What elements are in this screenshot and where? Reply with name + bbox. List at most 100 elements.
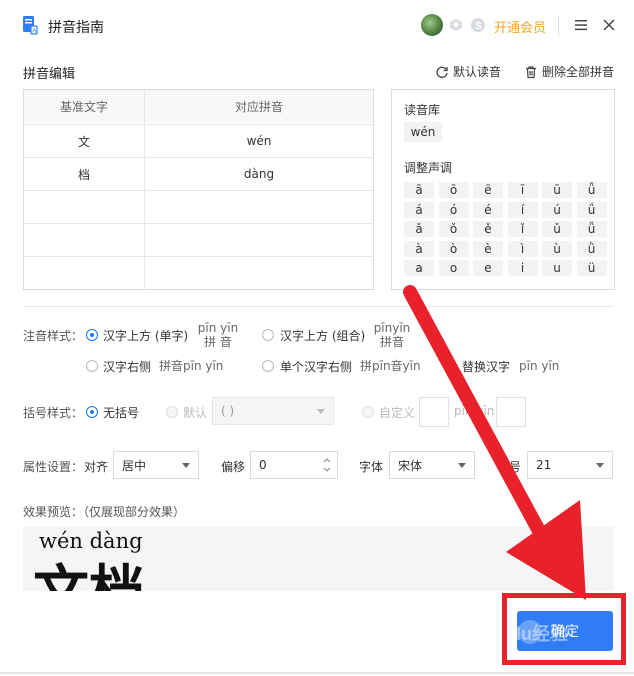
tone-button[interactable]: i: [507, 260, 538, 276]
table-row[interactable]: [24, 223, 373, 256]
tone-button[interactable]: e: [473, 260, 503, 276]
tone-button[interactable]: ǐ: [507, 221, 538, 237]
tone-button[interactable]: ù: [542, 240, 572, 257]
bracket-label: 括号样式：: [23, 406, 84, 420]
open-vip-link[interactable]: 开通会员: [494, 17, 546, 36]
tone-button[interactable]: ó: [438, 201, 469, 218]
size-value: 21: [536, 458, 552, 472]
user-avatar[interactable]: [421, 14, 443, 36]
title-separator: [558, 17, 559, 35]
bracket-default-label: 默认: [183, 406, 208, 420]
font-select[interactable]: 宋体: [389, 451, 475, 479]
bracket-custom-example: pīn yīn: [454, 404, 495, 418]
tone-button[interactable]: ò: [438, 240, 469, 257]
menu-icon[interactable]: [573, 17, 589, 33]
tone-button[interactable]: u: [542, 260, 572, 276]
table-row[interactable]: [24, 256, 373, 289]
row-pinyin[interactable]: wén: [145, 125, 373, 157]
tone-button[interactable]: ǎ: [404, 221, 434, 237]
default-reading-button[interactable]: 默认读音: [435, 63, 501, 80]
style-above-single-example: pīn yīn 拼 音: [196, 321, 240, 349]
bracket-custom-radio[interactable]: [362, 406, 374, 418]
close-icon[interactable]: [601, 17, 617, 33]
tone-button[interactable]: ú: [542, 201, 572, 218]
style-each-right-label[interactable]: 单个汉字右侧: [280, 358, 352, 375]
tone-button[interactable]: a: [404, 260, 434, 276]
style-above-single-label[interactable]: 汉字上方 (单字): [103, 327, 188, 344]
divider: [23, 306, 614, 307]
trash-icon: [526, 65, 536, 78]
table-row[interactable]: [24, 190, 373, 223]
tone-button[interactable]: ǖ: [576, 182, 607, 198]
row-char: 文: [24, 125, 145, 157]
tone-button[interactable]: ǚ: [576, 221, 607, 237]
style-above-single-radio[interactable]: [86, 329, 98, 341]
tone-button[interactable]: ì: [507, 240, 538, 257]
tone-button[interactable]: ü: [576, 260, 607, 276]
align-select[interactable]: 居中: [113, 451, 199, 479]
table-row[interactable]: 文 wén: [24, 124, 373, 157]
tone-button[interactable]: è: [473, 240, 503, 257]
bracket-default-radio[interactable]: [166, 406, 178, 418]
style-above-group-label[interactable]: 汉字上方 (组合): [280, 327, 365, 344]
font-label: 字体: [359, 460, 384, 474]
app-logo-icon: A: [23, 16, 38, 35]
row-pinyin[interactable]: dàng: [145, 158, 373, 190]
offset-value: 0: [259, 458, 267, 472]
adjust-tone-label: 调整声调: [404, 161, 453, 175]
tone-button[interactable]: ǔ: [542, 221, 572, 237]
preview-chars: 文档: [33, 561, 145, 592]
row-pinyin[interactable]: [145, 224, 373, 256]
tone-button[interactable]: ō: [438, 182, 469, 198]
style-replace-label[interactable]: 替换汉字: [462, 358, 510, 375]
header-pinyin: 对应拼音: [234, 100, 283, 114]
bracket-right-input[interactable]: [496, 397, 526, 427]
stepper-arrows-icon[interactable]: [321, 455, 333, 475]
style-above-group-radio[interactable]: [262, 329, 274, 341]
vip-badge-icon[interactable]: [449, 18, 463, 32]
bracket-none-label[interactable]: 无括号: [103, 404, 139, 421]
style-right-radio[interactable]: [86, 360, 98, 372]
tone-button[interactable]: ǘ: [576, 201, 607, 218]
row-char: [24, 191, 145, 223]
tone-button[interactable]: ē: [473, 182, 503, 198]
style-each-right-example: 拼pīn音yīn: [360, 359, 421, 373]
bracket-none-radio[interactable]: [86, 406, 98, 418]
size-select[interactable]: 21: [527, 451, 613, 479]
tone-button[interactable]: ǜ: [576, 240, 607, 257]
refresh-icon: [436, 66, 448, 78]
svg-text:S: S: [475, 21, 482, 32]
chevron-down-icon: [182, 463, 190, 468]
table-row[interactable]: 档 dàng: [24, 157, 373, 190]
delete-all-pinyin-button[interactable]: 删除全部拼音: [524, 63, 614, 80]
bracket-left-input[interactable]: [419, 397, 449, 427]
reading-library-chip[interactable]: wén: [404, 122, 442, 142]
tone-button[interactable]: ǒ: [438, 221, 469, 237]
preview-pinyin: wén dàng: [39, 529, 143, 553]
tone-button[interactable]: ā: [404, 182, 434, 198]
tone-button[interactable]: é: [473, 201, 503, 218]
tone-button[interactable]: ī: [507, 182, 538, 198]
svg-text:A: A: [32, 29, 36, 35]
style-replace-radio[interactable]: [445, 360, 457, 372]
pinyin-edit-title: 拼音编辑: [23, 67, 76, 82]
bracket-default-select[interactable]: ( ): [212, 397, 334, 425]
tone-button[interactable]: í: [507, 201, 538, 218]
align-label: 对齐: [84, 460, 109, 474]
tone-button[interactable]: à: [404, 240, 434, 257]
row-pinyin[interactable]: [145, 257, 373, 289]
style-right-label[interactable]: 汉字右侧: [103, 358, 151, 375]
tone-button[interactable]: á: [404, 201, 434, 218]
header-base-text: 基准文字: [24, 90, 145, 123]
delete-all-pinyin-label: 删除全部拼音: [542, 65, 615, 79]
style-above-group-example: pīnyīn 拼音: [372, 321, 412, 349]
tone-button[interactable]: o: [438, 260, 469, 276]
style-each-right-radio[interactable]: [262, 360, 274, 372]
coin-icon[interactable]: S: [470, 17, 486, 33]
tone-button[interactable]: ě: [473, 221, 503, 237]
row-pinyin[interactable]: [145, 191, 373, 223]
baidu-watermark: Baidu经验: [482, 620, 569, 644]
offset-stepper[interactable]: 0: [250, 451, 338, 479]
offset-label: 偏移: [221, 460, 246, 474]
tone-button[interactable]: ū: [542, 182, 572, 198]
